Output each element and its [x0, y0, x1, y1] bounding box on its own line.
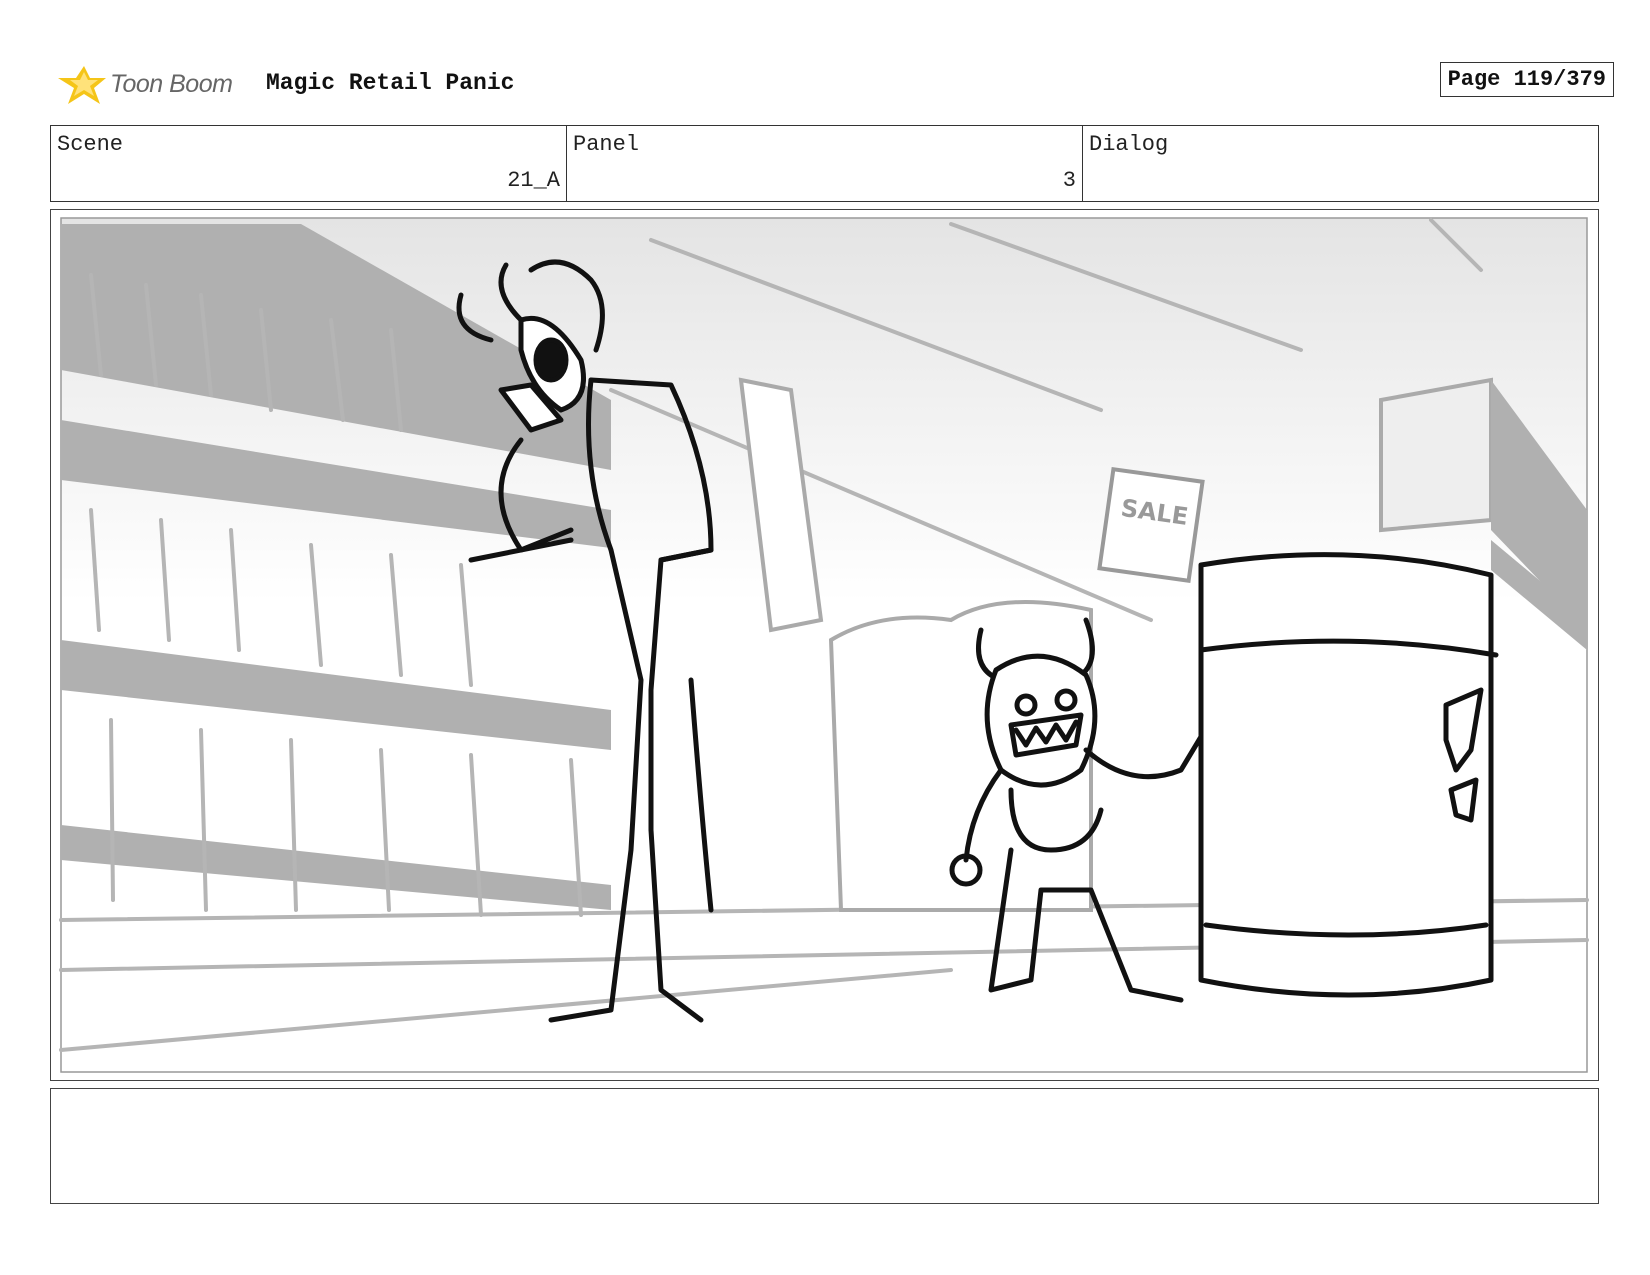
star-burst-icon: [58, 66, 106, 104]
panel-label: Panel: [573, 132, 640, 157]
panel-info-table: Scene 21_A Panel 3 Dialog: [50, 125, 1599, 202]
toon-boom-logo: Toon Boom: [54, 58, 254, 114]
scene-cell: Scene 21_A: [51, 126, 567, 201]
panel-value: 3: [1062, 168, 1076, 193]
dialog-cell: Dialog: [1083, 126, 1598, 201]
panel-cell: Panel 3: [567, 126, 1083, 201]
panel-notes-box: [50, 1088, 1599, 1204]
project-title: Magic Retail Panic: [266, 70, 515, 96]
storyboard-panel: SALE: [50, 209, 1599, 1081]
sale-sign: SALE: [1097, 466, 1205, 584]
scene-label: Scene: [57, 132, 124, 157]
trash-can: [1198, 552, 1499, 998]
page-number: Page 119/379: [1439, 62, 1614, 97]
scene-value: 21_A: [507, 168, 560, 193]
panel-sketch: SALE: [59, 217, 1589, 1073]
dialog-label: Dialog: [1089, 132, 1169, 157]
page-header: Toon Boom Magic Retail Panic Page 119/37…: [54, 58, 1614, 114]
logo-text: Toon Boom: [110, 70, 233, 98]
